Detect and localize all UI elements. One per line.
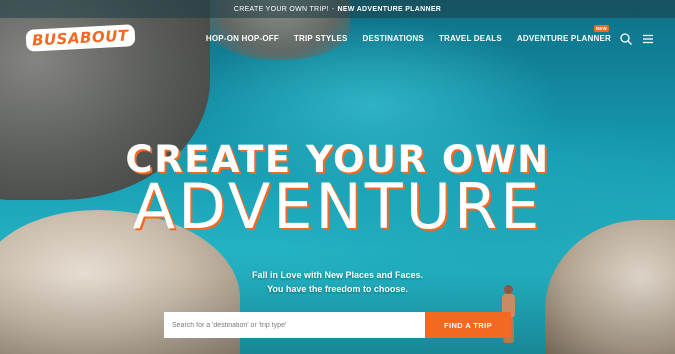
promo-banner[interactable]: CREATE YOUR OWN TRIP! - NEW ADVENTURE PL… [0, 0, 675, 18]
find-a-trip-button[interactable]: FIND A TRIP [425, 312, 511, 338]
nav-adventure-planner[interactable]: ADVENTURE PLANNER NEW [516, 25, 611, 43]
nav-adventure-planner-label: ADVENTURE PLANNER [516, 34, 611, 43]
nav-travel-deals[interactable]: TRAVEL DEALS [439, 34, 502, 43]
trip-search-input[interactable] [164, 312, 425, 338]
hero-subtitle: Fall in Love with New Places and Faces. … [0, 268, 675, 296]
banner-text-1: CREATE YOUR OWN TRIP! [233, 5, 329, 13]
site-header: BUSABOUT HOP-ON HOP-OFF TRIP STYLES DEST… [0, 18, 675, 60]
hero-subtitle-line2: You have the freedom to choose. [267, 284, 408, 294]
main-nav: HOP-ON HOP-OFF TRIP STYLES DESTINATIONS … [206, 25, 611, 43]
banner-text-2: NEW ADVENTURE PLANNER [337, 5, 442, 13]
trip-search-bar: FIND A TRIP [164, 312, 511, 338]
busabout-logo[interactable]: BUSABOUT [25, 24, 136, 52]
banner-separator: - [331, 5, 335, 13]
menu-icon[interactable] [641, 32, 655, 46]
hero-title-line2: ADVENTURE [132, 170, 543, 243]
hero-subtitle-line1: Fall in Love with New Places and Faces. [251, 270, 424, 280]
nav-hop-on-hop-off[interactable]: HOP-ON HOP-OFF [206, 34, 279, 43]
new-badge: NEW [593, 25, 609, 32]
nav-destinations[interactable]: DESTINATIONS [363, 34, 424, 43]
nav-trip-styles[interactable]: TRIP STYLES [294, 34, 348, 43]
search-icon[interactable] [619, 32, 633, 46]
